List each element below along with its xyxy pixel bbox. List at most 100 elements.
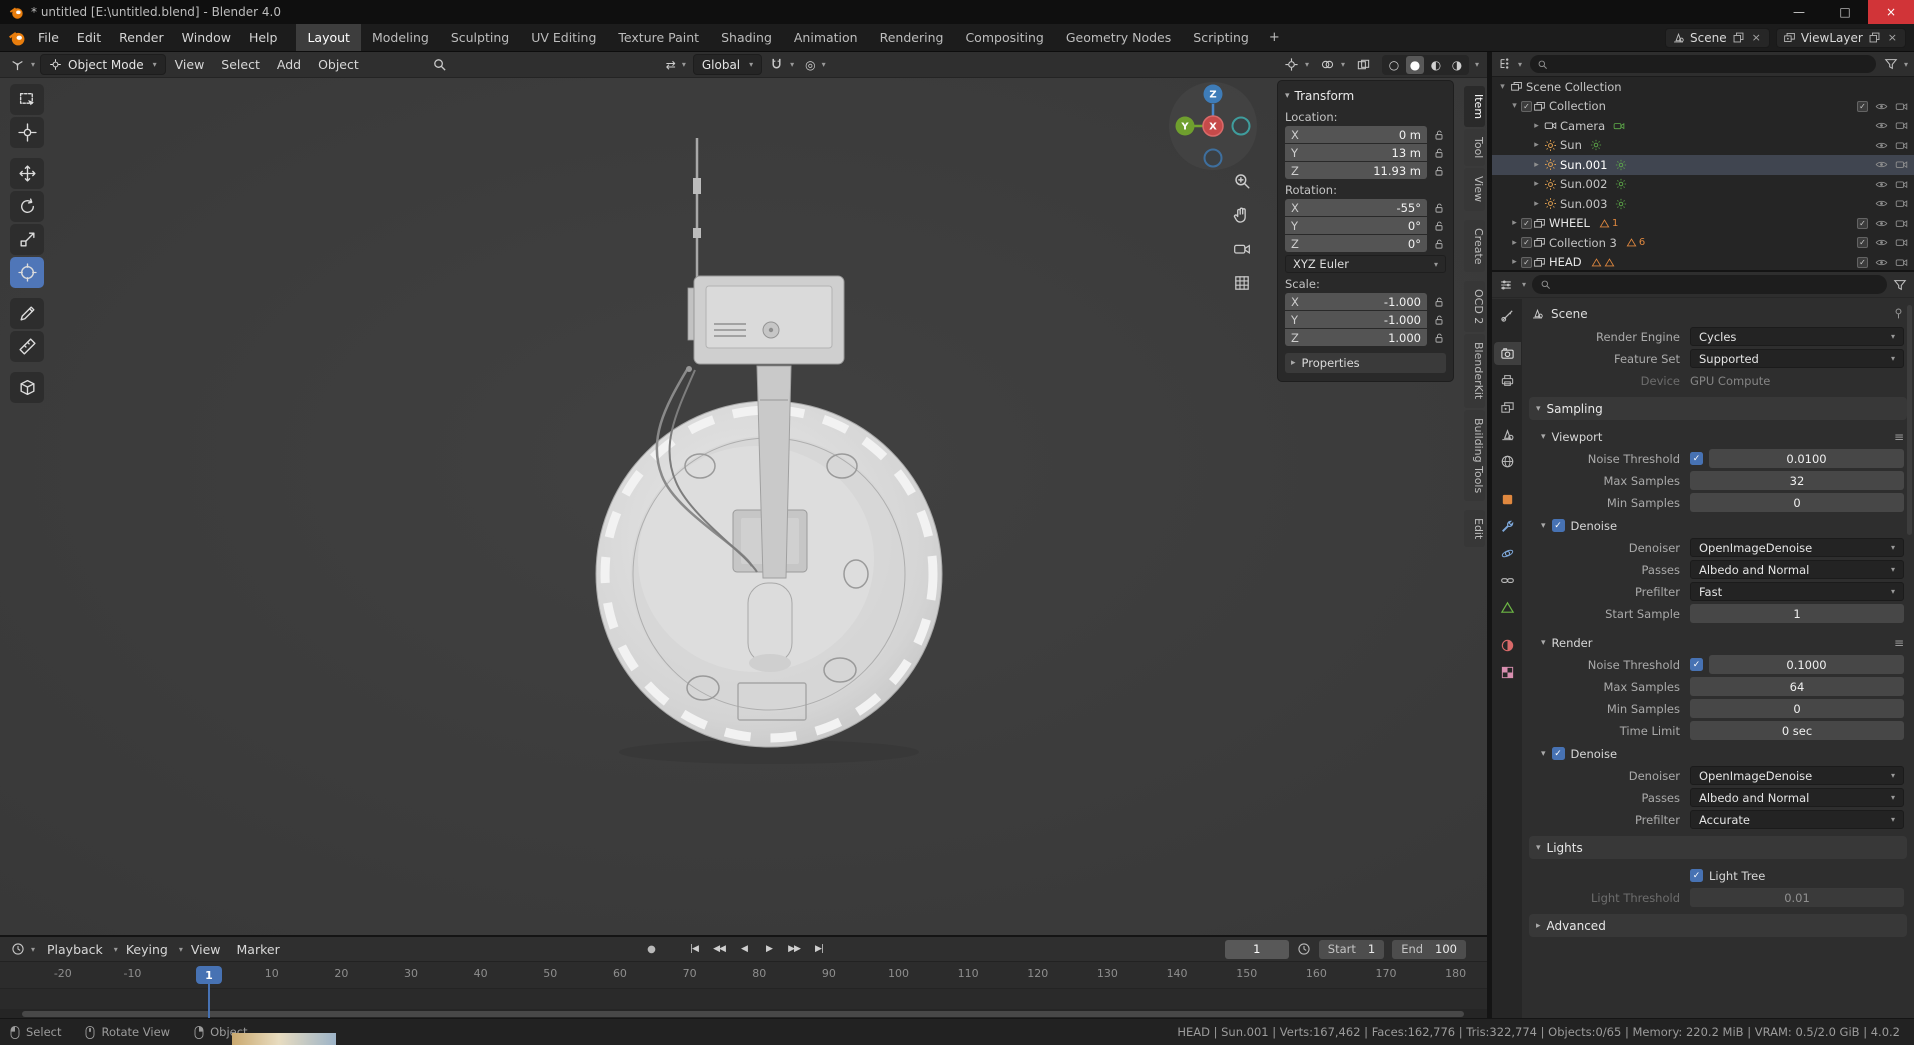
- navigation-gizmo[interactable]: Z Y X: [1165, 78, 1261, 174]
- outliner-row-sun-003[interactable]: ▸ Sun.003: [1492, 194, 1914, 214]
- viewport-menu-view[interactable]: View: [167, 57, 213, 72]
- preset-menu-icon[interactable]: ≡: [1894, 430, 1904, 444]
- properties-tab-output[interactable]: [1494, 369, 1521, 392]
- lock-icon[interactable]: [1432, 332, 1446, 344]
- npanel-tab-tool[interactable]: Tool: [1464, 129, 1485, 167]
- timeline-menu-marker[interactable]: Marker: [229, 942, 288, 957]
- new-viewlayer-icon[interactable]: [1868, 31, 1881, 44]
- close-button[interactable]: ×: [1868, 0, 1914, 24]
- hide-eye-icon[interactable]: [1875, 100, 1888, 113]
- expand-icon[interactable]: ▸: [1530, 121, 1543, 131]
- shading-rendered-button[interactable]: ◑: [1448, 56, 1466, 74]
- toggle-ortho-button[interactable]: [1229, 270, 1255, 296]
- viewport-max-samples-field[interactable]: 32: [1690, 471, 1904, 490]
- viewport-menu-object[interactable]: Object: [310, 57, 367, 72]
- editor-type-button[interactable]: ▾: [6, 54, 39, 75]
- scale-y-field[interactable]: Y -1.000: [1285, 311, 1427, 328]
- disable-render-icon[interactable]: [1895, 100, 1908, 113]
- lock-icon[interactable]: [1432, 147, 1446, 159]
- viewport-menu-select[interactable]: Select: [213, 57, 268, 72]
- outliner-row-sun-001[interactable]: ▸ Sun.001: [1492, 155, 1914, 175]
- next-keyframe-button[interactable]: ▶▶: [783, 939, 805, 959]
- outliner-editor-icon[interactable]: [1498, 57, 1512, 71]
- collection-checkbox[interactable]: ✓: [1521, 100, 1532, 112]
- properties-tab-constraints[interactable]: [1494, 569, 1521, 592]
- menu-file[interactable]: File: [29, 24, 68, 51]
- auto-key-button[interactable]: ●: [640, 939, 662, 959]
- current-frame-field[interactable]: 1: [1224, 939, 1289, 959]
- tool-add-cube[interactable]: [10, 372, 44, 403]
- lock-icon[interactable]: [1432, 296, 1446, 308]
- snap-button[interactable]: ▾: [765, 54, 798, 75]
- render-denoiser-dropdown[interactable]: OpenImageDenoise ▾: [1690, 766, 1904, 785]
- render-prefilter-dropdown[interactable]: Accurate ▾: [1690, 810, 1904, 829]
- remove-viewlayer-button[interactable]: ×: [1886, 31, 1899, 44]
- lock-icon[interactable]: [1432, 238, 1446, 250]
- outliner-row-head[interactable]: ▸ ✓ HEAD ✓: [1492, 253, 1914, 271]
- render-subpanel-header[interactable]: ▾ Render ≡: [1522, 632, 1914, 653]
- jump-to-start-button[interactable]: |◀: [683, 939, 705, 959]
- properties-scrollbar[interactable]: [1907, 305, 1912, 535]
- disable-render-icon[interactable]: [1895, 158, 1908, 171]
- properties-tab-modifiers[interactable]: [1494, 515, 1521, 538]
- noise-threshold-checkbox[interactable]: ✓: [1690, 452, 1703, 465]
- properties-tab-material[interactable]: [1494, 634, 1521, 657]
- start-sample-field[interactable]: 1: [1690, 604, 1904, 623]
- playhead-frame-badge[interactable]: 1: [196, 966, 222, 984]
- rotation-z-field[interactable]: Z 0°: [1285, 235, 1427, 252]
- disable-render-icon[interactable]: [1895, 217, 1908, 230]
- workspace-tab-layout[interactable]: Layout: [296, 24, 361, 51]
- scale-x-field[interactable]: X -1.000: [1285, 293, 1427, 310]
- tool-annotate[interactable]: [10, 298, 44, 329]
- viewlayer-selector[interactable]: ViewLayer ×: [1775, 27, 1906, 48]
- hide-eye-icon[interactable]: [1875, 158, 1888, 171]
- render-noise-threshold-field[interactable]: 0.1000: [1709, 655, 1904, 674]
- workspace-tab-sculpting[interactable]: Sculpting: [440, 24, 520, 51]
- lock-icon[interactable]: [1432, 165, 1446, 177]
- timeline-menu-keying[interactable]: Keying: [118, 942, 176, 957]
- pan-button[interactable]: [1229, 202, 1255, 228]
- expand-icon[interactable]: ▾: [1508, 101, 1521, 111]
- rotation-x-field[interactable]: X -55°: [1285, 199, 1427, 216]
- collection-checkbox[interactable]: ✓: [1521, 237, 1532, 249]
- viewport-denoise-checkbox[interactable]: ✓: [1551, 519, 1565, 532]
- advanced-panel-header[interactable]: ▸ Advanced: [1529, 914, 1907, 937]
- hide-eye-icon[interactable]: [1875, 139, 1888, 152]
- shading-solid-button[interactable]: ●: [1405, 55, 1424, 74]
- outliner-row-sun-002[interactable]: ▸ Sun.002: [1492, 175, 1914, 195]
- prev-keyframe-button[interactable]: ◀◀: [708, 939, 730, 959]
- disable-render-icon[interactable]: [1895, 256, 1908, 269]
- expand-icon[interactable]: ▸: [1530, 140, 1543, 150]
- viewport-denoise-header[interactable]: ▾ ✓ Denoise: [1522, 515, 1914, 536]
- outliner-row-collection-3[interactable]: ▸ ✓ Collection 3 6 ✓: [1492, 233, 1914, 253]
- proportional-editing-button[interactable]: ◎ ▾: [801, 54, 830, 75]
- hide-eye-icon[interactable]: [1875, 119, 1888, 132]
- unlink-scene-button[interactable]: ×: [1750, 31, 1763, 44]
- hide-eye-icon[interactable]: [1875, 256, 1888, 269]
- outliner-row-sun[interactable]: ▸ Sun: [1492, 136, 1914, 156]
- disable-render-icon[interactable]: [1895, 178, 1908, 191]
- preset-menu-icon[interactable]: ≡: [1894, 636, 1904, 650]
- viewport-denoiser-dropdown[interactable]: OpenImageDenoise ▾: [1690, 538, 1904, 557]
- npanel-tab-view[interactable]: View: [1464, 168, 1485, 211]
- light-threshold-field[interactable]: 0.01: [1690, 888, 1904, 907]
- end-frame-field[interactable]: End 100: [1392, 939, 1466, 959]
- properties-tab-texture[interactable]: [1494, 661, 1521, 684]
- filter-icon[interactable]: [1884, 57, 1898, 71]
- render-engine-dropdown[interactable]: Cycles ▾: [1690, 327, 1904, 346]
- timeline-ruler[interactable]: -20 -10 0 10 20 30 40 50 60 70 80 90 100…: [0, 962, 1487, 989]
- npanel-tab-edit[interactable]: Edit: [1464, 509, 1485, 548]
- hide-eye-icon[interactable]: [1875, 217, 1888, 230]
- new-scene-icon[interactable]: [1732, 31, 1745, 44]
- tool-scale[interactable]: [10, 224, 44, 255]
- tool-move[interactable]: [10, 158, 44, 189]
- workspace-tab-modeling[interactable]: Modeling: [361, 24, 440, 51]
- outliner-row-wheel[interactable]: ▸ ✓ WHEEL 1 ✓: [1492, 214, 1914, 234]
- properties-tab-data[interactable]: [1494, 596, 1521, 619]
- workspace-tab-animation[interactable]: Animation: [783, 24, 869, 51]
- exclude-checkbox[interactable]: ✓: [1857, 256, 1868, 268]
- viewport-canvas[interactable]: Z Y X ▾ Transform Location: X0 m Y 13 m …: [0, 78, 1487, 935]
- disable-render-icon[interactable]: [1895, 119, 1908, 132]
- menu-render[interactable]: Render: [110, 24, 173, 51]
- lock-icon[interactable]: [1432, 314, 1446, 326]
